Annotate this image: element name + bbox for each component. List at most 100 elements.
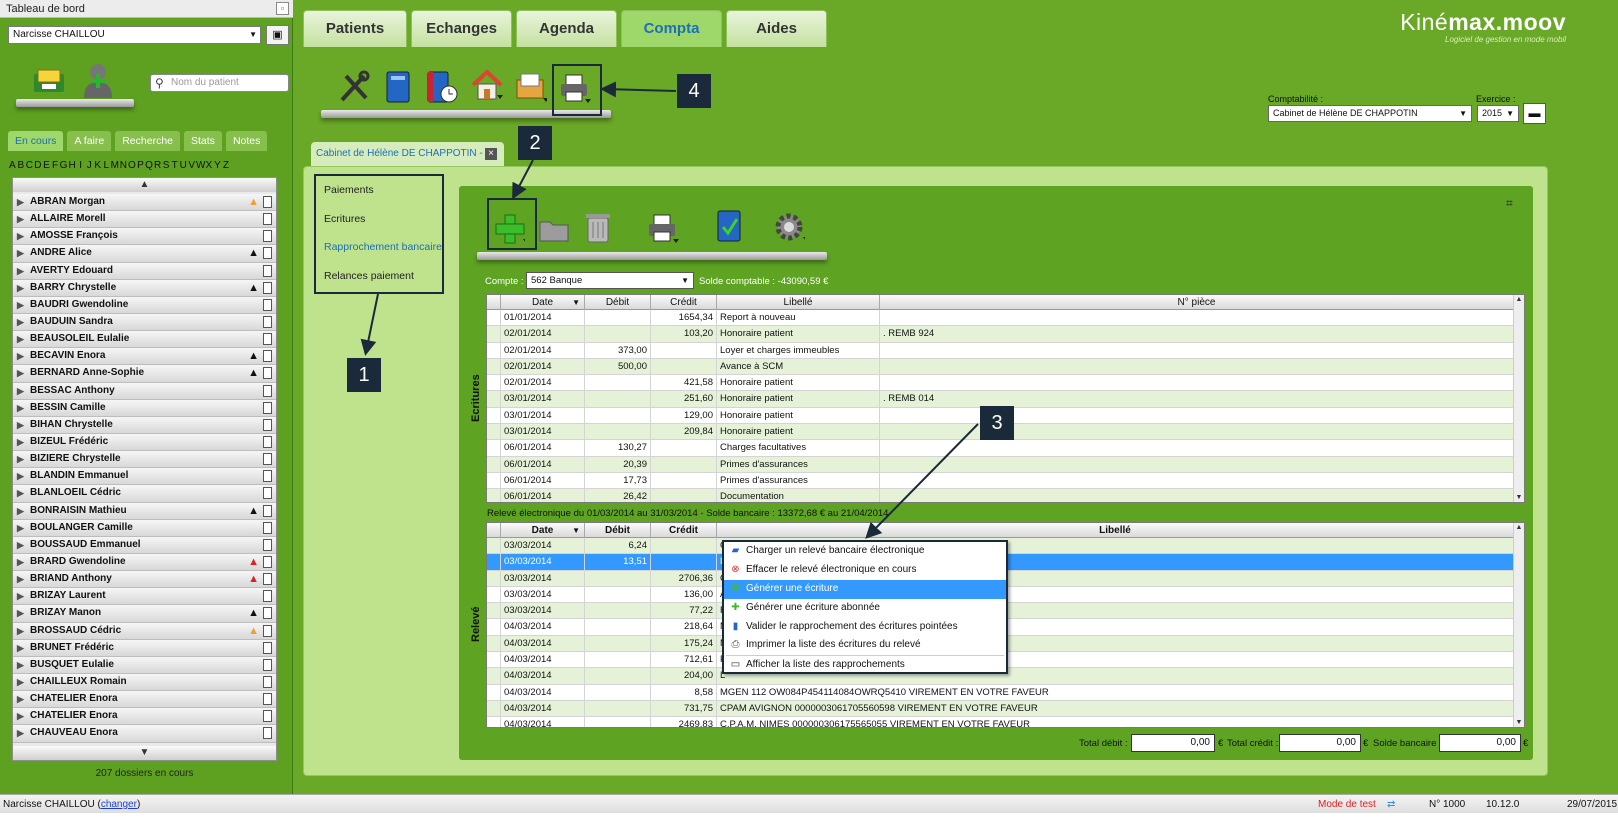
document-icon[interactable] [263,521,272,534]
ledger-history-icon[interactable] [425,68,459,106]
ecriture-row[interactable]: 06/01/2014 17,73 Primes d'assurances [487,472,1524,490]
patient-row[interactable]: ▶ BRARD Gwendoline ▲ [13,553,276,572]
patient-row[interactable]: ▶ BRIZAY Manon ▲ [13,605,276,623]
document-icon[interactable] [263,675,272,688]
releve-row[interactable]: 04/03/2014 731,75 CPAM AVIGNON 00000030617… [487,700,1524,718]
expand-icon[interactable]: ▶ [17,503,24,519]
document-icon[interactable] [263,230,272,243]
document-icon[interactable] [263,384,272,397]
expand-icon[interactable]: ▶ [17,331,24,347]
expand-icon[interactable]: ▶ [17,657,24,673]
expand-icon[interactable]: ▶ [17,297,24,313]
close-icon[interactable]: × [485,148,497,160]
patient-row[interactable]: ▶ BUSQUET Eulalie [13,656,276,674]
menu-valider-rapprochement[interactable]: ▮ Valider le rapprochement des écritures … [724,618,1006,637]
expand-icon[interactable]: ▶ [17,211,24,227]
expand-icon[interactable]: ▶ [17,280,24,296]
patient-row[interactable]: ▶ BECAVIN Enora ▲ [13,348,276,366]
expand-icon[interactable]: ▶ [17,348,24,364]
ecriture-row[interactable]: 02/01/2014 373,00 Loyer et charges immeubl… [487,342,1524,359]
exercice-select[interactable]: 2015 ▼ [1477,105,1519,122]
patient-row[interactable]: ▶ BESSAC Anthony [13,382,276,400]
alpha-letter-x[interactable]: X [205,160,214,171]
menu-imprimer-liste[interactable]: ⎙ Imprimer la liste des écritures du rele… [724,636,1006,655]
alpha-letter-z[interactable]: Z [222,160,231,171]
document-icon[interactable] [263,727,272,740]
document-icon[interactable] [263,555,272,568]
alpha-letter-l[interactable]: L [102,160,111,171]
expand-icon[interactable]: ▶ [17,588,24,604]
document-icon[interactable] [263,213,272,226]
validate-icon[interactable] [713,208,747,246]
menu-generer-ecriture[interactable]: ✚ Générer une écriture [724,579,1006,599]
expand-icon[interactable]: ▶ [17,314,24,330]
document-icon[interactable] [263,247,272,260]
patient-row[interactable]: ▶ ABRAN Morgan ▲ [13,194,276,212]
tab-patients[interactable]: Patients [303,10,407,47]
alpha-letter-s[interactable]: S [162,160,171,171]
alpha-letter-o[interactable]: O [128,160,137,171]
solde-bancaire-field[interactable]: 0,00 [1439,734,1521,752]
patient-row[interactable]: ▶ BAUDRI Gwendoline [13,296,276,314]
alpha-letter-f[interactable]: F [51,160,60,171]
document-icon[interactable] [263,401,272,414]
col-debit[interactable]: Débit [585,523,651,538]
tab-compta[interactable]: Compta [621,10,722,47]
compte-select[interactable]: 562 Banque ▼ [526,272,694,289]
alpha-letter-i[interactable]: I [76,160,85,171]
expand-icon[interactable]: ▶ [17,571,24,587]
print-icon[interactable] [645,210,679,248]
alpha-letter-y[interactable]: Y [213,160,222,171]
expand-icon[interactable]: ▶ [17,417,24,433]
expand-icon[interactable]: ▶ [17,623,24,639]
releve-row[interactable]: 04/03/2014 8,58 MGEN 112 OW084P454114084OW… [487,684,1524,701]
expand-icon[interactable]: ▶ [17,674,24,690]
document-icon[interactable] [263,590,272,603]
expand-icon[interactable]: ▶ [17,451,24,467]
user-select[interactable]: Narcisse CHAILLOU ▼ [8,26,261,44]
add-patient-icon[interactable] [78,62,118,100]
patient-row[interactable]: ▶ BRUNET Frédéric [13,639,276,657]
alpha-letter-u[interactable]: U [179,160,188,171]
patient-row[interactable]: ▶ AVERTY Edouard [13,262,276,280]
document-icon[interactable] [263,658,272,671]
tab-notes[interactable]: Notes [225,131,268,151]
document-icon[interactable] [263,350,272,363]
expand-icon[interactable]: ▶ [17,554,24,570]
patient-row[interactable]: ▶ ALLAIRE Morell [13,211,276,229]
total-credit-field[interactable]: 0,00 [1279,734,1361,752]
patient-row[interactable]: ▶ BERNARD Anne-Sophie ▲ [13,365,276,383]
ecriture-row[interactable]: 01/01/2014 1654,34 Report à nouveau [487,310,1524,327]
document-icon[interactable] [263,624,272,637]
ledger-icon[interactable] [381,68,415,106]
alpha-letter-t[interactable]: T [170,160,179,171]
document-icon[interactable] [263,315,272,328]
patient-row[interactable]: ▶ BARRY Chrystelle ▲ [13,279,276,297]
alpha-letter-k[interactable]: K [93,160,102,171]
patient-row[interactable]: ▶ BONRAISIN Mathieu ▲ [13,502,276,520]
patient-row[interactable]: ▶ BRIAND Anthony ▲ [13,571,276,589]
menu-effacer-releve[interactable]: ⊗ Effacer le relevé électronique en cours [724,561,1006,580]
col-piece[interactable]: N° pièce [880,295,1514,310]
tab-agenda[interactable]: Agenda [516,10,617,47]
alpha-letter-v[interactable]: V [187,160,196,171]
menu-charger-releve[interactable]: ▰ Charger un relevé bancaire électronique [724,542,1006,561]
patient-row[interactable]: ▶ BIZEUL Frédéric [13,433,276,452]
expand-icon[interactable]: ▶ [17,400,24,416]
col-libelle[interactable]: Libellé [717,295,880,310]
alpha-letter-g[interactable]: G [59,160,68,171]
document-icon[interactable] [263,367,272,380]
tools-icon[interactable] [337,68,371,106]
ecriture-row[interactable]: 02/01/2014 103,20 Honoraire patient. REMB … [487,326,1524,343]
comptabilite-select[interactable]: Cabinet de Hélène DE CHAPPOTIN ▼ [1268,105,1472,122]
expand-icon[interactable]: ▶ [17,194,24,210]
expand-icon[interactable]: ▶ [17,520,24,536]
patient-row[interactable]: ▶ BAUDUIN Sandra [13,313,276,332]
tab-recherche[interactable]: Recherche [115,131,180,151]
alpha-letter-b[interactable]: B [17,160,26,171]
patient-row[interactable]: ▶ CHATELIER Enora [13,691,276,709]
gear-icon[interactable] [771,208,805,246]
document-icon[interactable] [263,298,272,311]
open-folder-button[interactable]: ▬ [1523,103,1546,124]
alpha-letter-m[interactable]: M [111,160,120,171]
